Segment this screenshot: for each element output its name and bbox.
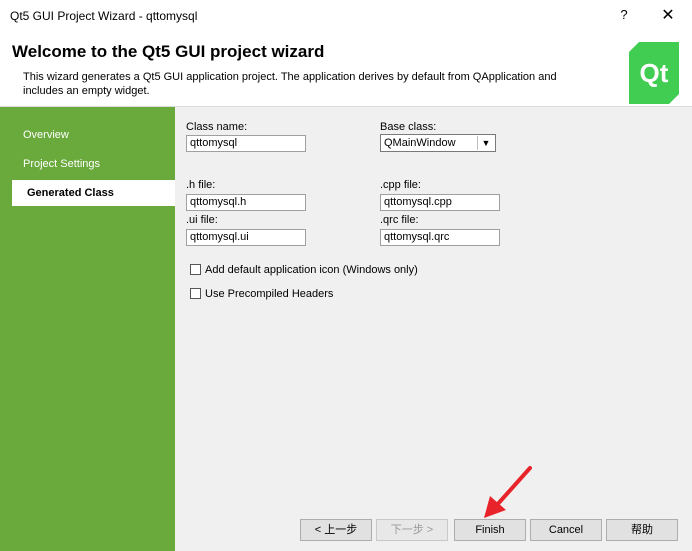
class-name-input[interactable]: qttomysql xyxy=(186,135,306,152)
app-icon-label: Add default application icon (Windows on… xyxy=(205,264,418,276)
annotation-arrow-icon xyxy=(484,466,532,518)
app-icon-checkbox[interactable] xyxy=(190,264,201,275)
cpp-file-input[interactable]: qttomysql.cpp xyxy=(380,194,500,211)
base-class-select[interactable]: QMainWindow ▼ xyxy=(380,134,496,152)
finish-button[interactable]: Finish xyxy=(454,519,526,541)
sidebar-item-generated-class: Generated Class xyxy=(12,180,175,206)
page-description: This wizard generates a Qt5 GUI applicat… xyxy=(23,71,557,97)
back-button[interactable]: < 上一步 xyxy=(300,519,372,541)
page-title: Welcome to the Qt5 GUI project wizard xyxy=(12,42,325,61)
qt-logo-text: Qt xyxy=(640,58,669,88)
base-class-label: Base class: xyxy=(380,121,437,133)
wizard-header: Welcome to the Qt5 GUI project wizard Th… xyxy=(0,34,692,107)
wizard-sidebar: Overview Project Settings Generated Clas… xyxy=(0,107,175,551)
next-button[interactable]: 下一步 > xyxy=(376,519,448,541)
h-file-input[interactable]: qttomysql.h xyxy=(186,194,306,211)
close-icon[interactable]: ✕ xyxy=(658,5,678,25)
sidebar-item-project-settings: Project Settings xyxy=(23,158,101,170)
cpp-file-label: .cpp file: xyxy=(380,179,421,191)
wizard-content xyxy=(175,107,692,507)
class-name-label: Class name: xyxy=(186,121,248,133)
title-bar: Qt5 GUI Project Wizard - qttomysql ? ✕ xyxy=(0,0,692,34)
precompiled-headers-label: Use Precompiled Headers xyxy=(205,288,334,300)
cancel-button[interactable]: Cancel xyxy=(530,519,602,541)
ui-file-input[interactable]: qttomysql.ui xyxy=(186,229,306,246)
qrc-file-input[interactable]: qttomysql.qrc xyxy=(380,229,500,246)
chevron-down-icon: ▼ xyxy=(477,136,494,150)
window-title: Qt5 GUI Project Wizard - qttomysql xyxy=(10,9,198,23)
base-class-value: QMainWindow xyxy=(384,137,456,149)
h-file-label: .h file: xyxy=(186,179,216,191)
sidebar-item-overview: Overview xyxy=(23,129,69,141)
qt-logo-icon: Qt xyxy=(629,42,679,104)
help-icon[interactable]: ? xyxy=(614,7,634,25)
precompiled-headers-checkbox[interactable] xyxy=(190,288,201,299)
help-button[interactable]: 帮助 xyxy=(606,519,678,541)
ui-file-label: .ui file: xyxy=(186,214,218,226)
qrc-file-label: .qrc file: xyxy=(380,214,419,226)
